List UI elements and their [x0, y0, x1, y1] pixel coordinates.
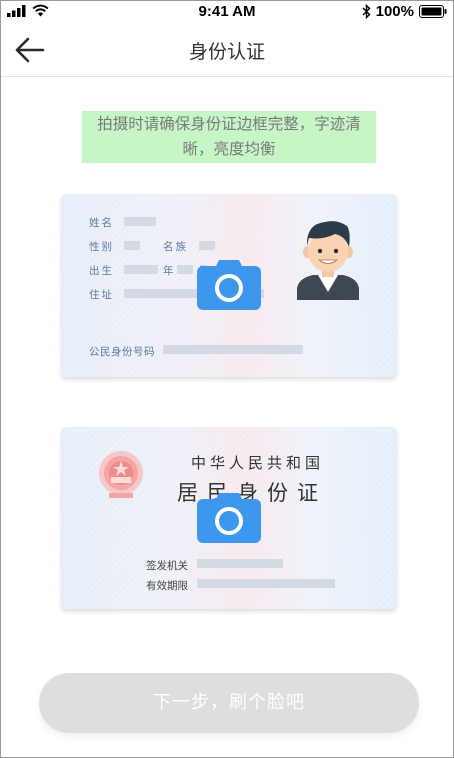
camera-icon[interactable]	[197, 260, 261, 310]
name-placeholder-bar	[124, 217, 156, 226]
address-label: 住址	[89, 289, 114, 301]
bluetooth-icon	[362, 4, 371, 19]
birth-label: 出生	[89, 265, 114, 277]
ethnicity-placeholder-bar	[199, 241, 215, 250]
issuer-label: 签发机关	[146, 560, 188, 572]
birth-month-bar	[177, 265, 193, 274]
page-title: 身份认证	[188, 41, 265, 63]
battery-icon	[419, 5, 447, 18]
issuer-placeholder-bar	[197, 559, 283, 568]
gender-placeholder-bar	[124, 241, 140, 250]
camera-icon[interactable]	[197, 493, 261, 543]
next-step-button[interactable]: 下一步，刷个脸吧	[39, 673, 419, 733]
validity-placeholder-bar	[197, 579, 335, 588]
name-label: 姓名	[89, 217, 114, 229]
gender-label: 性别	[89, 241, 114, 253]
id-number-label: 公民身份号码	[89, 346, 155, 358]
capture-tip: 拍摄时请确保身份证边框完整，字迹清晰，亮度均衡	[82, 111, 376, 163]
id-card-back-upload[interactable]: 中华人民共和国 居民身份证 签发机关 有效期限	[61, 427, 397, 609]
screen: 9:41 AM 100% 身份认证 拍摄时请确保身份证边框完整，字迹清晰，亮度均…	[0, 0, 454, 758]
birth-year-bar	[124, 265, 158, 274]
national-emblem-icon	[99, 451, 143, 498]
nav-bar: 身份认证	[1, 23, 453, 77]
id-card-front-upload[interactable]: 姓名 性别 名族 出生 年 月 住址 公民身份号码	[61, 194, 397, 377]
portrait-icon	[297, 221, 359, 300]
year-label: 年	[163, 265, 176, 277]
ethnicity-label: 名族	[163, 241, 188, 253]
validity-label: 有效期限	[146, 580, 188, 592]
status-bar: 9:41 AM 100%	[1, 1, 453, 23]
country-title: 中华人民共和国	[191, 454, 325, 472]
battery-percent: 100%	[375, 3, 414, 20]
id-number-placeholder-bar	[163, 345, 303, 354]
